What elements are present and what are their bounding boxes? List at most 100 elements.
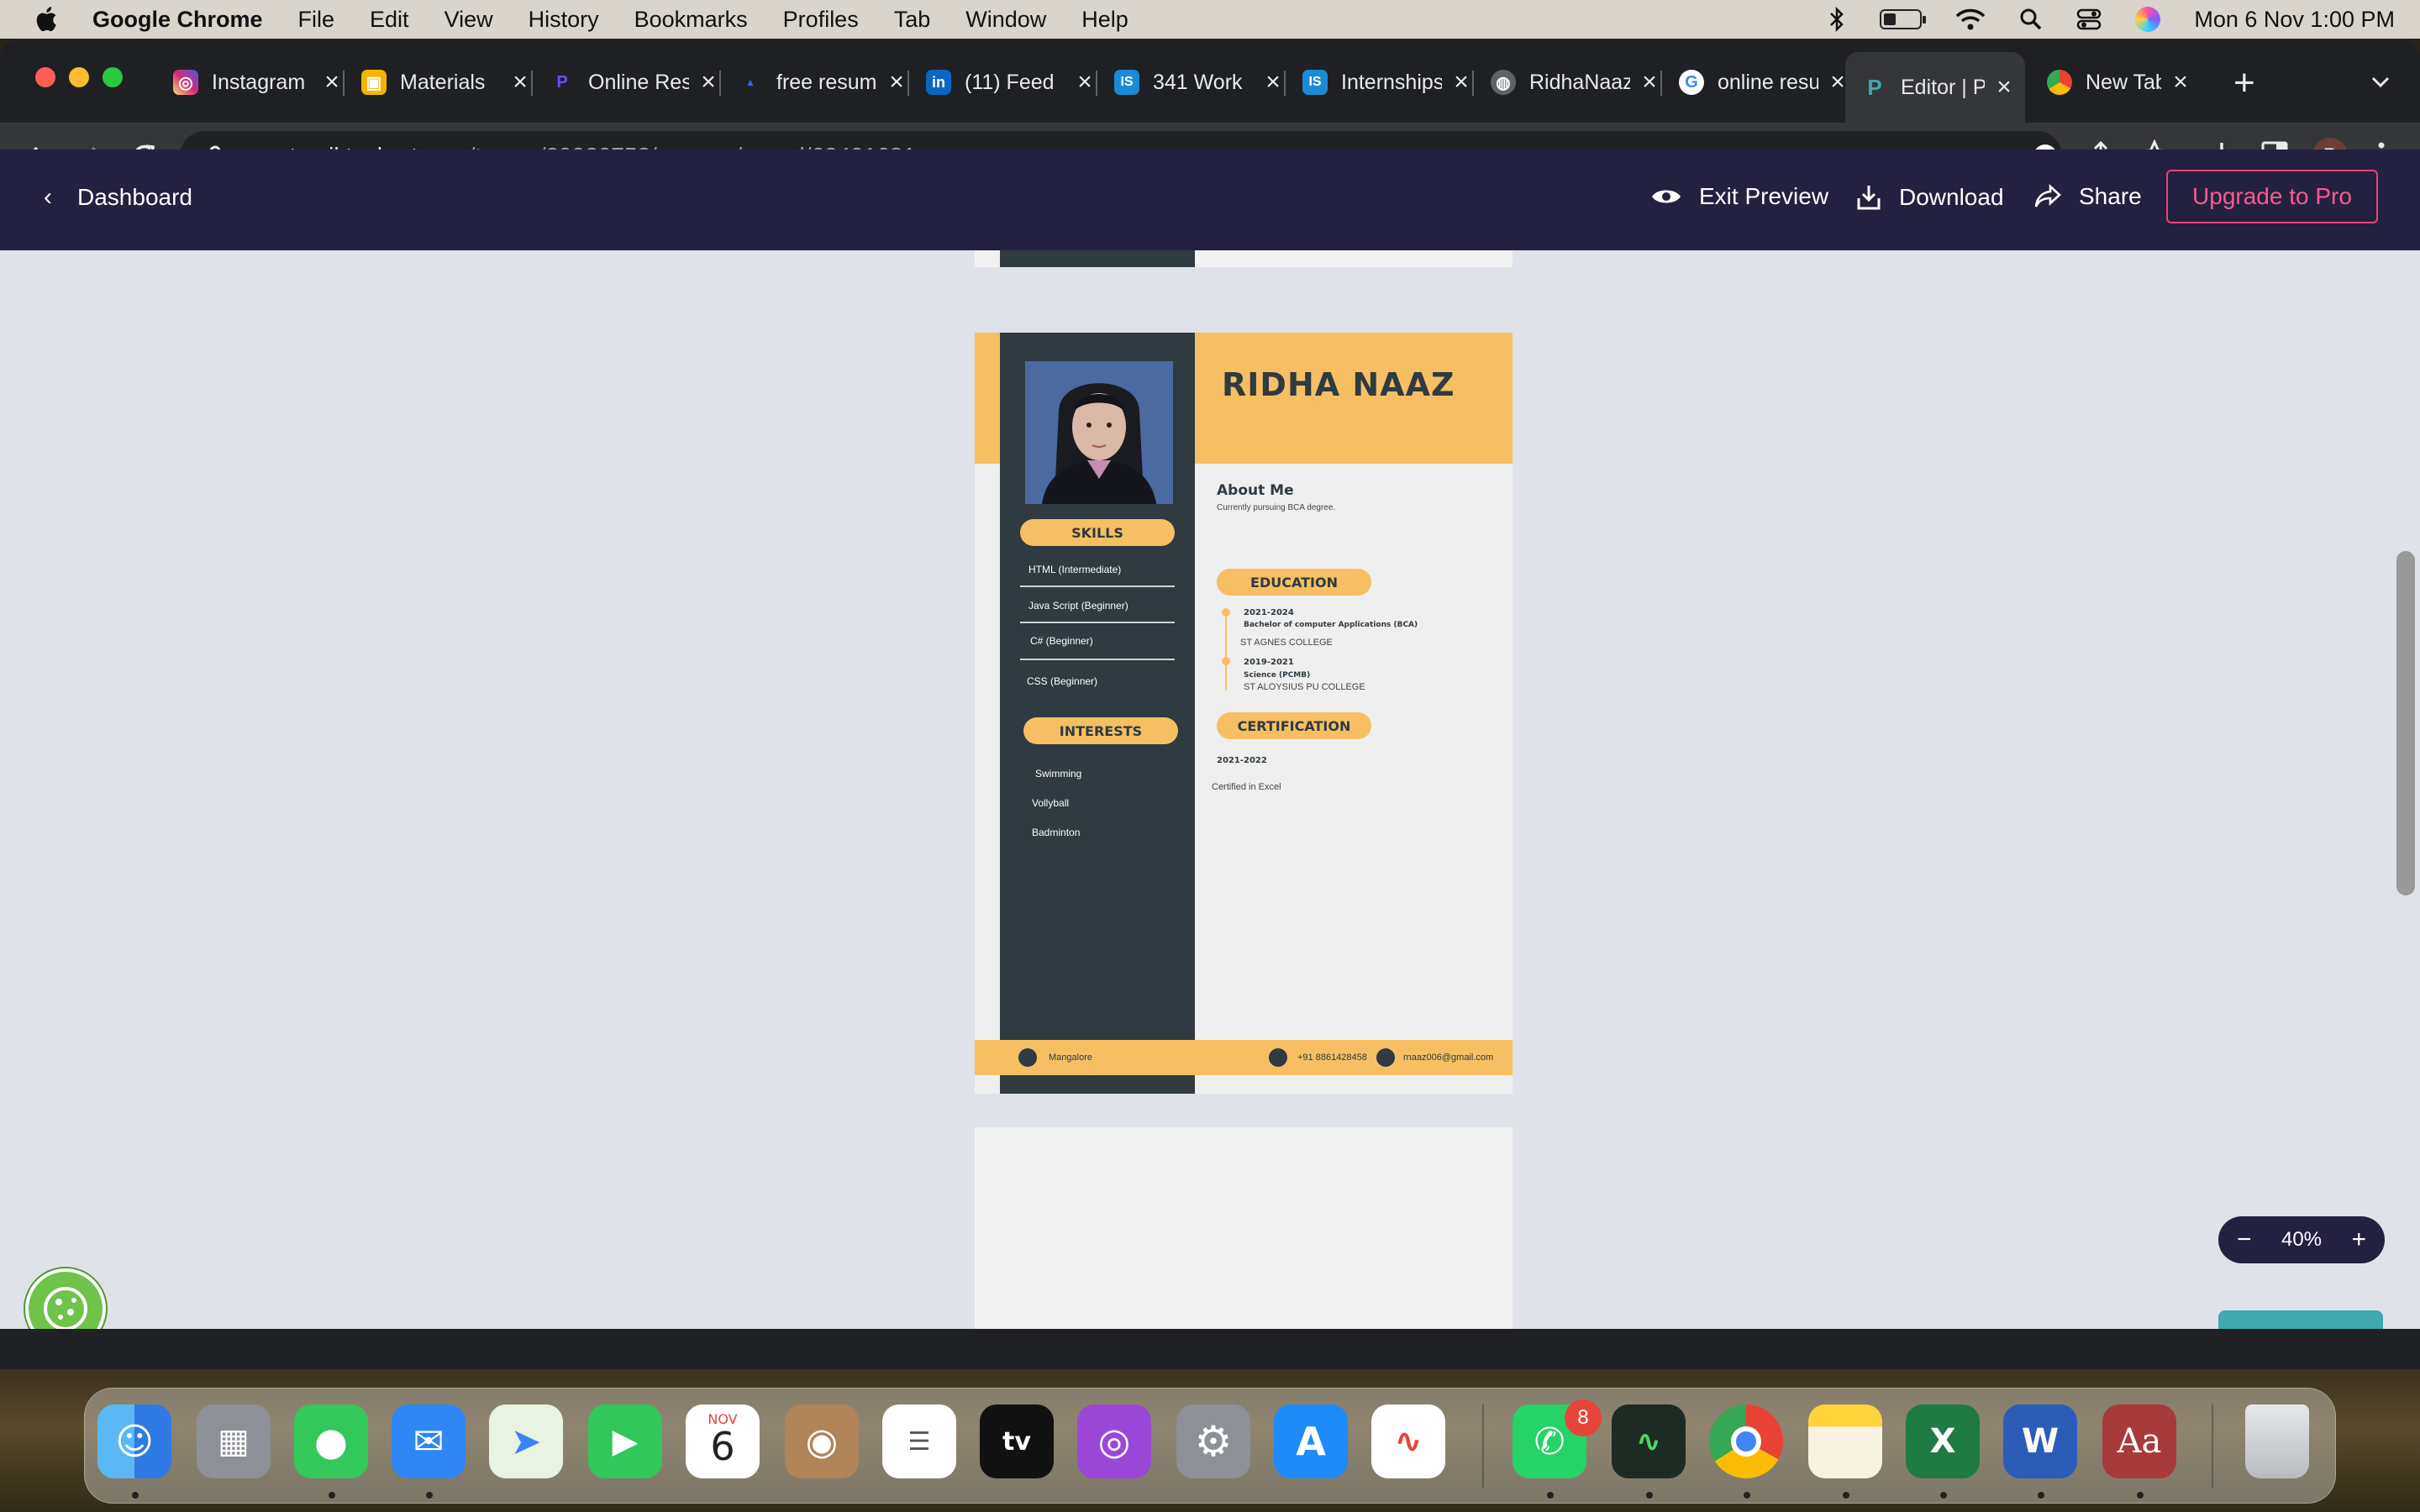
education-school[interactable]: ST AGNES COLLEGE bbox=[1240, 638, 1333, 648]
close-tab-icon[interactable]: × bbox=[2168, 68, 2193, 97]
word-icon[interactable]: W bbox=[2003, 1404, 2077, 1478]
maximize-window-icon[interactable] bbox=[103, 67, 123, 87]
tab-ridhanaaz[interactable]: ◍ RidhaNaaz × bbox=[1491, 59, 1662, 106]
apple-tv-icon[interactable]: tv bbox=[980, 1404, 1054, 1478]
certification-years[interactable]: 2021-2022 bbox=[1217, 756, 1267, 765]
wifi-icon[interactable] bbox=[1955, 8, 1986, 31]
excel-icon[interactable]: X bbox=[1906, 1404, 1980, 1478]
minimize-window-icon[interactable] bbox=[69, 67, 89, 87]
tab-free-resume[interactable]: ▲ free resume × bbox=[738, 59, 909, 106]
close-tab-icon[interactable]: × bbox=[1072, 68, 1097, 97]
mail-icon[interactable]: ✉ bbox=[392, 1404, 466, 1478]
tab-internships[interactable]: IS Internships × bbox=[1302, 59, 1474, 106]
new-tab-button[interactable]: + bbox=[2233, 62, 2255, 104]
menu-profiles[interactable]: Profiles bbox=[783, 7, 859, 33]
menu-help[interactable]: Help bbox=[1081, 7, 1128, 33]
interest-item[interactable]: Swimming bbox=[1035, 768, 1081, 780]
education-school[interactable]: ST ALOYSIUS PU COLLEGE bbox=[1244, 682, 1365, 692]
menu-window[interactable]: Window bbox=[965, 7, 1046, 33]
education-degree[interactable]: Science (PCMB) bbox=[1244, 671, 1310, 680]
menu-file[interactable]: File bbox=[298, 7, 335, 33]
close-tab-icon[interactable]: × bbox=[1449, 68, 1474, 97]
contact-email[interactable]: rnaaz006@gmail.com bbox=[1403, 1053, 1493, 1063]
need-help-button[interactable]: Need help? bbox=[2218, 1310, 2383, 1329]
contact-phone[interactable]: +91 8861428458 bbox=[1297, 1053, 1367, 1063]
siri-icon[interactable] bbox=[2135, 7, 2161, 32]
upgrade-to-pro-button[interactable]: Upgrade to Pro bbox=[2166, 170, 2378, 223]
close-tab-icon[interactable]: × bbox=[696, 68, 721, 97]
menu-edit[interactable]: Edit bbox=[370, 7, 409, 33]
contacts-icon[interactable]: ◉ bbox=[785, 1404, 859, 1478]
finder-icon[interactable]: ☺ bbox=[97, 1404, 171, 1478]
tab-341-work[interactable]: IS 341 Work × bbox=[1114, 59, 1286, 106]
system-settings-icon[interactable]: ⚙ bbox=[1176, 1404, 1250, 1478]
exit-preview-button[interactable]: Exit Preview bbox=[1650, 183, 1828, 210]
trash-icon[interactable] bbox=[2245, 1404, 2309, 1478]
close-tab-icon[interactable]: × bbox=[1637, 68, 1662, 97]
close-window-icon[interactable] bbox=[35, 67, 55, 87]
canvas-scrollbar[interactable] bbox=[2396, 551, 2415, 895]
calendar-icon[interactable]: NOV 6 bbox=[686, 1404, 760, 1478]
education-years[interactable]: 2021-2024 bbox=[1244, 608, 1294, 617]
menu-view[interactable]: View bbox=[445, 7, 493, 33]
menubar-clock[interactable]: Mon 6 Nov 1:00 PM bbox=[2194, 7, 2395, 33]
reminders-icon[interactable]: ☰ bbox=[882, 1404, 956, 1478]
control-center-icon[interactable] bbox=[2076, 8, 2102, 31]
about-text[interactable]: Currently pursuing BCA degree. bbox=[1217, 503, 1335, 512]
apple-logo-icon[interactable] bbox=[34, 5, 62, 34]
certification-text[interactable]: Certified in Excel bbox=[1212, 782, 1281, 792]
spotlight-search-icon[interactable] bbox=[2019, 8, 2043, 31]
resume-name[interactable]: RIDHA NAAZ bbox=[1222, 366, 1455, 403]
skill-item[interactable]: HTML (Intermediate) bbox=[1028, 564, 1121, 575]
dictionary-icon[interactable]: Aa bbox=[2102, 1404, 2176, 1478]
menu-bookmarks[interactable]: Bookmarks bbox=[634, 7, 748, 33]
resume-page[interactable]: RIDHA NAAZ SKILLS HTML (Intermediate) Ja… bbox=[975, 333, 1512, 1094]
skill-item[interactable]: C# (Beginner) bbox=[1030, 635, 1093, 647]
menu-tab[interactable]: Tab bbox=[894, 7, 931, 33]
menu-history[interactable]: History bbox=[529, 7, 599, 33]
bluetooth-icon[interactable] bbox=[1828, 7, 1846, 32]
tab-linkedin[interactable]: in (11) Feed × bbox=[926, 59, 1097, 106]
education-years[interactable]: 2019-2021 bbox=[1244, 658, 1294, 667]
battery-icon[interactable] bbox=[1880, 9, 1927, 29]
close-tab-icon[interactable]: × bbox=[1991, 73, 2017, 102]
education-heading[interactable]: EDUCATION bbox=[1217, 569, 1371, 596]
launchpad-icon[interactable]: ▦ bbox=[197, 1404, 271, 1478]
interest-item[interactable]: Badminton bbox=[1032, 827, 1080, 838]
about-heading[interactable]: About Me bbox=[1217, 482, 1294, 499]
interests-heading[interactable]: INTERESTS bbox=[1023, 717, 1178, 744]
dashboard-link[interactable]: ‹ Dashboard bbox=[44, 183, 192, 212]
tab-instagram[interactable]: ◎ Instagram × bbox=[173, 59, 345, 106]
close-tab-icon[interactable]: × bbox=[508, 68, 533, 97]
close-tab-icon[interactable]: × bbox=[884, 68, 909, 97]
cookie-settings-button[interactable] bbox=[25, 1268, 106, 1329]
tab-online-resume[interactable]: P Online Resume × bbox=[550, 59, 721, 106]
podcasts-icon[interactable]: ◎ bbox=[1077, 1404, 1151, 1478]
education-degree[interactable]: Bachelor of computer Applications (BCA) bbox=[1244, 621, 1418, 629]
tab-materials[interactable]: ▣ Materials × bbox=[361, 59, 533, 106]
tab-new-tab[interactable]: New Tab × bbox=[2047, 59, 2193, 106]
tab-search-chevron-icon[interactable] bbox=[2370, 71, 2391, 92]
interest-item[interactable]: Vollyball bbox=[1032, 797, 1069, 809]
zoom-out-button[interactable]: − bbox=[2237, 1226, 2252, 1254]
close-tab-icon[interactable]: × bbox=[319, 68, 345, 97]
app-name-menu[interactable]: Google Chrome bbox=[92, 7, 263, 33]
editor-canvas[interactable]: RIDHA NAAZ SKILLS HTML (Intermediate) Ja… bbox=[0, 250, 2420, 1329]
share-button[interactable]: Share bbox=[2033, 183, 2142, 210]
facetime-icon[interactable]: ▶ bbox=[588, 1404, 662, 1478]
app-store-icon[interactable]: A bbox=[1274, 1404, 1348, 1478]
notes-icon[interactable] bbox=[1808, 1404, 1882, 1478]
zoom-in-button[interactable]: + bbox=[2351, 1226, 2366, 1254]
contact-location[interactable]: Mangalore bbox=[1049, 1053, 1092, 1063]
chrome-dock-icon[interactable] bbox=[1709, 1404, 1783, 1478]
download-button[interactable]: Download bbox=[1855, 183, 2004, 212]
messages-icon[interactable]: ● bbox=[294, 1404, 368, 1478]
freeform-icon[interactable]: ∿ bbox=[1371, 1404, 1445, 1478]
tab-editor-piktochart[interactable]: P Editor | Piktochart × bbox=[1845, 52, 2025, 123]
tab-online-resume-search[interactable]: G online resume × bbox=[1679, 59, 1850, 106]
maps-icon[interactable]: ➤ bbox=[489, 1404, 563, 1478]
activity-monitor-icon[interactable]: ∿ bbox=[1612, 1404, 1686, 1478]
skills-heading[interactable]: SKILLS bbox=[1020, 519, 1175, 546]
skill-item[interactable]: CSS (Beginner) bbox=[1027, 675, 1097, 687]
skill-item[interactable]: Java Script (Beginner) bbox=[1028, 600, 1128, 612]
